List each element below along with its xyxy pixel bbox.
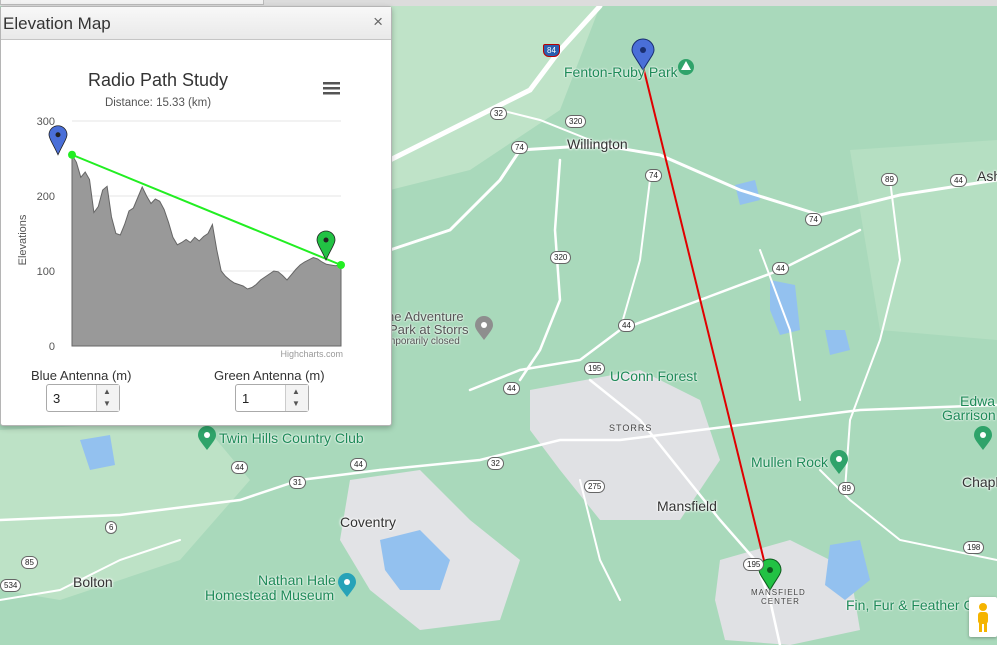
route-shield: 44 <box>950 174 967 187</box>
poi-label[interactable]: Park at Storrs <box>389 322 468 337</box>
park-icon <box>678 59 694 75</box>
route-shield: 320 <box>565 115 587 128</box>
close-icon[interactable]: × <box>373 12 383 32</box>
route-shield: 534 <box>0 579 22 592</box>
los-start-point <box>68 150 76 159</box>
spinner-up-icon[interactable]: ▲ <box>103 387 111 396</box>
poi-label[interactable]: Fenton-Ruby Park <box>564 64 678 80</box>
poi-label[interactable]: Fin, Fur & Feather C <box>846 597 974 613</box>
town-label: Willington <box>567 136 628 152</box>
y-tick-label: 200 <box>37 191 55 203</box>
route-shield: 44 <box>350 458 367 471</box>
poi-label[interactable]: Garrison <box>942 407 996 423</box>
mansfield-center-label: MANSFIELD <box>751 588 806 597</box>
interstate-shield: 84 <box>543 44 560 57</box>
dialog-titlebar[interactable]: Elevation Map × <box>1 7 391 40</box>
spinner-up-icon[interactable]: ▲ <box>292 387 300 396</box>
route-shield: 44 <box>772 262 789 275</box>
y-axis-label: Elevations <box>17 214 29 265</box>
mansfield-center-label: CENTER <box>761 597 800 606</box>
chart-credits[interactable]: Highcharts.com <box>280 349 343 359</box>
town-label: Coventry <box>340 514 397 530</box>
chart-subtitle: Distance: 15.33 (km) <box>105 97 211 109</box>
route-shield: 44 <box>503 382 520 395</box>
storrs-label: STORRS <box>609 423 653 433</box>
route-shield: 44 <box>231 461 248 474</box>
town-label: Ash <box>977 168 997 184</box>
poi-label[interactable]: Nathan Hale <box>258 572 336 588</box>
route-shield: 32 <box>487 457 504 470</box>
elevation-dialog: Elevation Map × Radio Path Study Distanc… <box>0 6 392 426</box>
route-shield: 195 <box>584 362 606 375</box>
spinner-down-icon[interactable]: ▼ <box>103 399 111 408</box>
route-shield: 320 <box>550 251 572 264</box>
poi-label[interactable]: UConn Forest <box>610 368 697 384</box>
route-shield: 85 <box>21 556 38 569</box>
blue-antenna-label: Blue Antenna (m) <box>31 368 132 383</box>
poi-label[interactable]: Mullen Rock <box>751 454 828 470</box>
green-antenna-label: Green Antenna (m) <box>214 368 325 383</box>
spinner-down-icon[interactable]: ▼ <box>292 399 300 408</box>
los-end-point <box>337 261 345 269</box>
blue-antenna-marker-icon <box>48 125 68 156</box>
poi-label[interactable]: Twin Hills Country Club <box>219 430 364 446</box>
route-shield: 44 <box>618 319 635 332</box>
top-strip-tab[interactable] <box>0 0 264 5</box>
green-antenna-value[interactable]: 1 <box>242 391 249 406</box>
route-shield: 74 <box>645 169 662 182</box>
route-shield: 89 <box>838 482 855 495</box>
route-shield: 89 <box>881 173 898 186</box>
elevation-chart: Radio Path Study Distance: 15.33 (km) El… <box>17 70 345 359</box>
chart-menu-icon[interactable] <box>323 82 340 95</box>
poi-label[interactable]: Homestead Museum <box>205 587 334 603</box>
y-tick-label: 100 <box>37 266 55 278</box>
town-label: Bolton <box>73 574 113 590</box>
street-view-pegman-icon[interactable] <box>969 597 997 637</box>
green-antenna-spinner[interactable]: 1 ▲ ▼ <box>235 384 309 412</box>
route-shield: 195 <box>743 558 765 571</box>
route-shield: 275 <box>584 480 606 493</box>
route-shield: 31 <box>289 476 306 489</box>
route-shield: 32 <box>490 107 507 120</box>
elevation-area <box>71 152 342 347</box>
town-label: Mansfield <box>657 498 717 514</box>
town-label: Chapl <box>962 474 997 490</box>
chart-title: Radio Path Study <box>88 70 228 90</box>
dialog-title: Elevation Map <box>3 14 111 33</box>
route-shield: 74 <box>511 141 528 154</box>
blue-antenna-spinner[interactable]: 3 ▲ ▼ <box>46 384 120 412</box>
y-tick-label: 300 <box>37 116 55 128</box>
route-shield: 74 <box>805 213 822 226</box>
y-tick-labels: 0 100 200 300 <box>37 116 55 353</box>
y-tick-label: 0 <box>49 341 55 353</box>
route-shield: 198 <box>963 541 985 554</box>
poi-label[interactable]: mporarily closed <box>387 336 460 347</box>
blue-antenna-value[interactable]: 3 <box>53 391 60 406</box>
